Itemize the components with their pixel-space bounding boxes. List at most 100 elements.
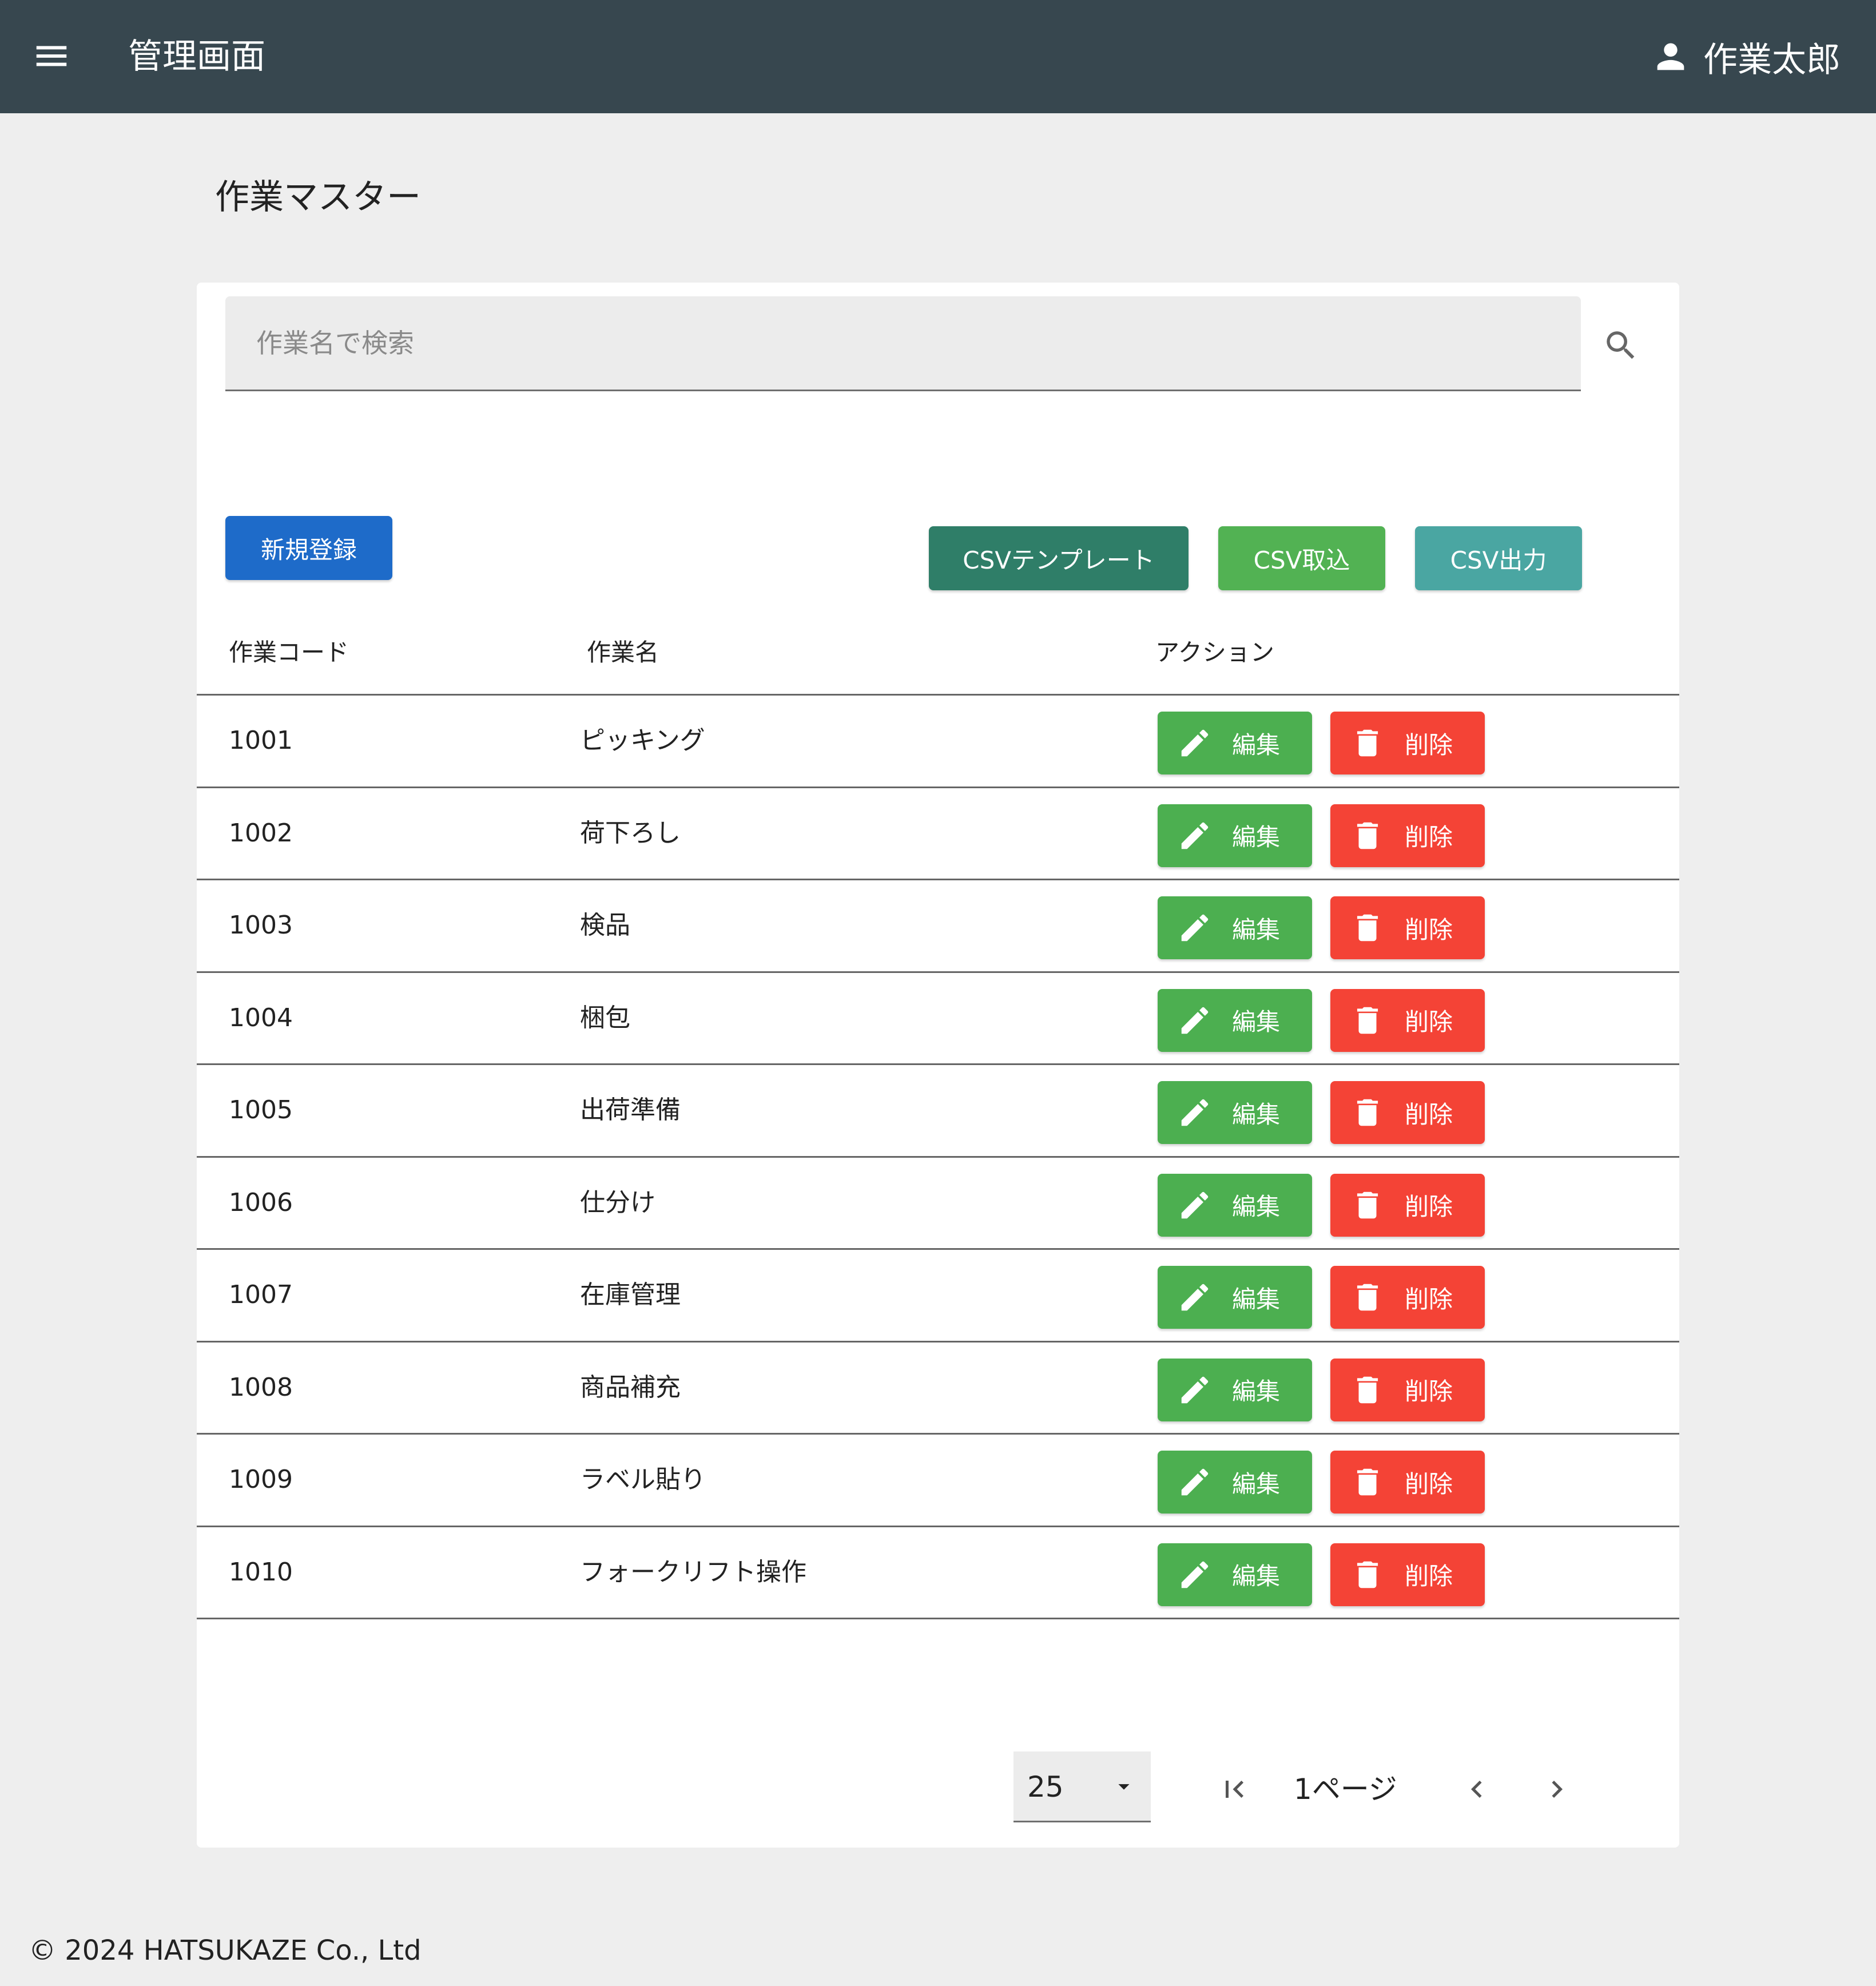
trash-icon (1357, 822, 1378, 849)
delete-button[interactable]: 削除 (1330, 804, 1485, 867)
csv-import-button[interactable]: CSV取込 (1218, 526, 1385, 590)
row-code: 1006 (229, 1187, 293, 1217)
edit-button[interactable]: 編集 (1158, 804, 1312, 867)
delete-button-label: 削除 (1405, 915, 1453, 944)
search-field (225, 296, 1581, 391)
edit-button-label: 編集 (1232, 1562, 1281, 1590)
master-card: 新規登録 CSVテンプレート CSV取込 CSV出力 作業コード 作業名 アクシ… (197, 283, 1679, 1848)
hamburger-menu-icon (36, 46, 67, 66)
edit-button[interactable]: 編集 (1158, 988, 1312, 1052)
edit-button[interactable]: 編集 (1158, 896, 1312, 959)
row-name: 商品補充 (580, 1372, 681, 1402)
row-name: ラベル貼り (580, 1465, 706, 1494)
delete-button[interactable]: 削除 (1330, 1358, 1485, 1421)
pencil-icon (1181, 1099, 1209, 1126)
edit-button-label: 編集 (1232, 1285, 1281, 1313)
table-row: 1006 仕分け 編集 削除 (197, 1158, 1679, 1250)
row-actions: 編集 削除 (1158, 1173, 1485, 1237)
row-actions: 編集 削除 (1158, 988, 1485, 1052)
delete-button-label: 削除 (1405, 730, 1453, 759)
row-actions: 編集 削除 (1158, 804, 1485, 867)
trash-icon (1357, 1561, 1378, 1588)
row-code: 1003 (229, 911, 293, 940)
edit-button[interactable]: 編集 (1158, 1451, 1312, 1514)
row-code: 1001 (229, 726, 293, 755)
page-size-select[interactable]: 25 (1013, 1751, 1151, 1822)
trash-icon (1357, 1284, 1378, 1311)
delete-button[interactable]: 削除 (1330, 1266, 1485, 1329)
delete-button-label: 削除 (1405, 1469, 1453, 1498)
edit-button-label: 編集 (1232, 823, 1281, 851)
delete-button-label: 削除 (1405, 1377, 1453, 1405)
delete-button[interactable]: 削除 (1330, 712, 1485, 774)
row-name: 荷下ろし (580, 818, 681, 848)
first-page-icon (1226, 1781, 1244, 1798)
delete-button-label: 削除 (1405, 823, 1453, 851)
prev-page-button[interactable] (1449, 1762, 1504, 1817)
search-button[interactable] (1592, 317, 1650, 374)
row-code: 1010 (229, 1557, 293, 1587)
edit-button[interactable]: 編集 (1158, 1081, 1312, 1144)
edit-button[interactable]: 編集 (1158, 1543, 1312, 1606)
edit-button[interactable]: 編集 (1158, 1266, 1312, 1329)
user-menu[interactable]: 作業太郎 (1651, 31, 1841, 82)
row-actions: 編集 削除 (1158, 1543, 1485, 1606)
pencil-icon (1181, 1007, 1209, 1034)
trash-icon (1357, 1007, 1378, 1034)
edit-button-label: 編集 (1232, 1100, 1281, 1129)
table-body: 1001 ピッキング 編集 削除 1002 荷下ろし 編集 削除 1003 検品… (197, 696, 1679, 1619)
csv-export-button[interactable]: CSV出力 (1415, 526, 1582, 590)
page-title: 作業マスター (215, 177, 421, 217)
delete-button-label: 削除 (1405, 1562, 1453, 1590)
edit-button[interactable]: 編集 (1158, 1358, 1312, 1421)
search-input[interactable] (225, 296, 1581, 390)
table-row: 1001 ピッキング 編集 削除 (197, 696, 1679, 788)
user-name: 作業太郎 (1703, 39, 1841, 80)
new-register-button[interactable]: 新規登録 (225, 516, 392, 580)
delete-button[interactable]: 削除 (1330, 1081, 1485, 1144)
table-header: 作業コード 作業名 アクション (197, 611, 1679, 696)
edit-button-label: 編集 (1232, 1377, 1281, 1405)
trash-icon (1357, 1376, 1378, 1403)
footer-copyright: © 2024 HATSUKAZE Co., Ltd (29, 1935, 422, 1967)
pencil-icon (1181, 729, 1209, 757)
row-name: 在庫管理 (580, 1280, 681, 1309)
row-name: 出荷準備 (580, 1095, 681, 1125)
row-actions: 編集 削除 (1158, 1451, 1485, 1514)
delete-button[interactable]: 削除 (1330, 1173, 1485, 1237)
delete-button[interactable]: 削除 (1330, 1451, 1485, 1514)
trash-icon (1357, 914, 1378, 942)
pencil-icon (1181, 1561, 1209, 1588)
delete-button-label: 削除 (1405, 1008, 1453, 1036)
search-icon (1607, 331, 1635, 359)
delete-button-label: 削除 (1405, 1100, 1453, 1129)
pencil-icon (1181, 1376, 1209, 1403)
row-code: 1009 (229, 1465, 293, 1494)
pencil-icon (1181, 822, 1209, 849)
edit-button[interactable]: 編集 (1158, 712, 1312, 774)
next-page-button[interactable] (1529, 1762, 1584, 1817)
menu-button[interactable] (23, 27, 80, 85)
row-actions: 編集 削除 (1158, 1358, 1485, 1421)
first-page-button[interactable] (1207, 1762, 1262, 1817)
row-actions: 編集 削除 (1158, 1081, 1485, 1144)
trash-icon (1357, 1099, 1378, 1126)
pencil-icon (1181, 1191, 1209, 1218)
delete-button[interactable]: 削除 (1330, 1543, 1485, 1606)
app-title: 管理画面 (128, 37, 265, 77)
delete-button[interactable]: 削除 (1330, 988, 1485, 1052)
table-row: 1003 検品 編集 削除 (197, 880, 1679, 973)
person-icon (1657, 43, 1684, 70)
csv-template-button[interactable]: CSVテンプレート (929, 526, 1189, 590)
row-name: ピッキング (580, 726, 705, 755)
page-size-value: 25 (1027, 1770, 1064, 1804)
chevron-right-icon (1552, 1781, 1563, 1798)
row-name: フォークリフト操作 (580, 1557, 806, 1587)
app-bar: 管理画面 作業太郎 (0, 0, 1876, 113)
delete-button[interactable]: 削除 (1330, 896, 1485, 959)
pencil-icon (1181, 1468, 1209, 1496)
delete-button-label: 削除 (1405, 1193, 1453, 1221)
edit-button[interactable]: 編集 (1158, 1173, 1312, 1237)
row-code: 1002 (229, 818, 293, 848)
table-row: 1002 荷下ろし 編集 削除 (197, 788, 1679, 880)
